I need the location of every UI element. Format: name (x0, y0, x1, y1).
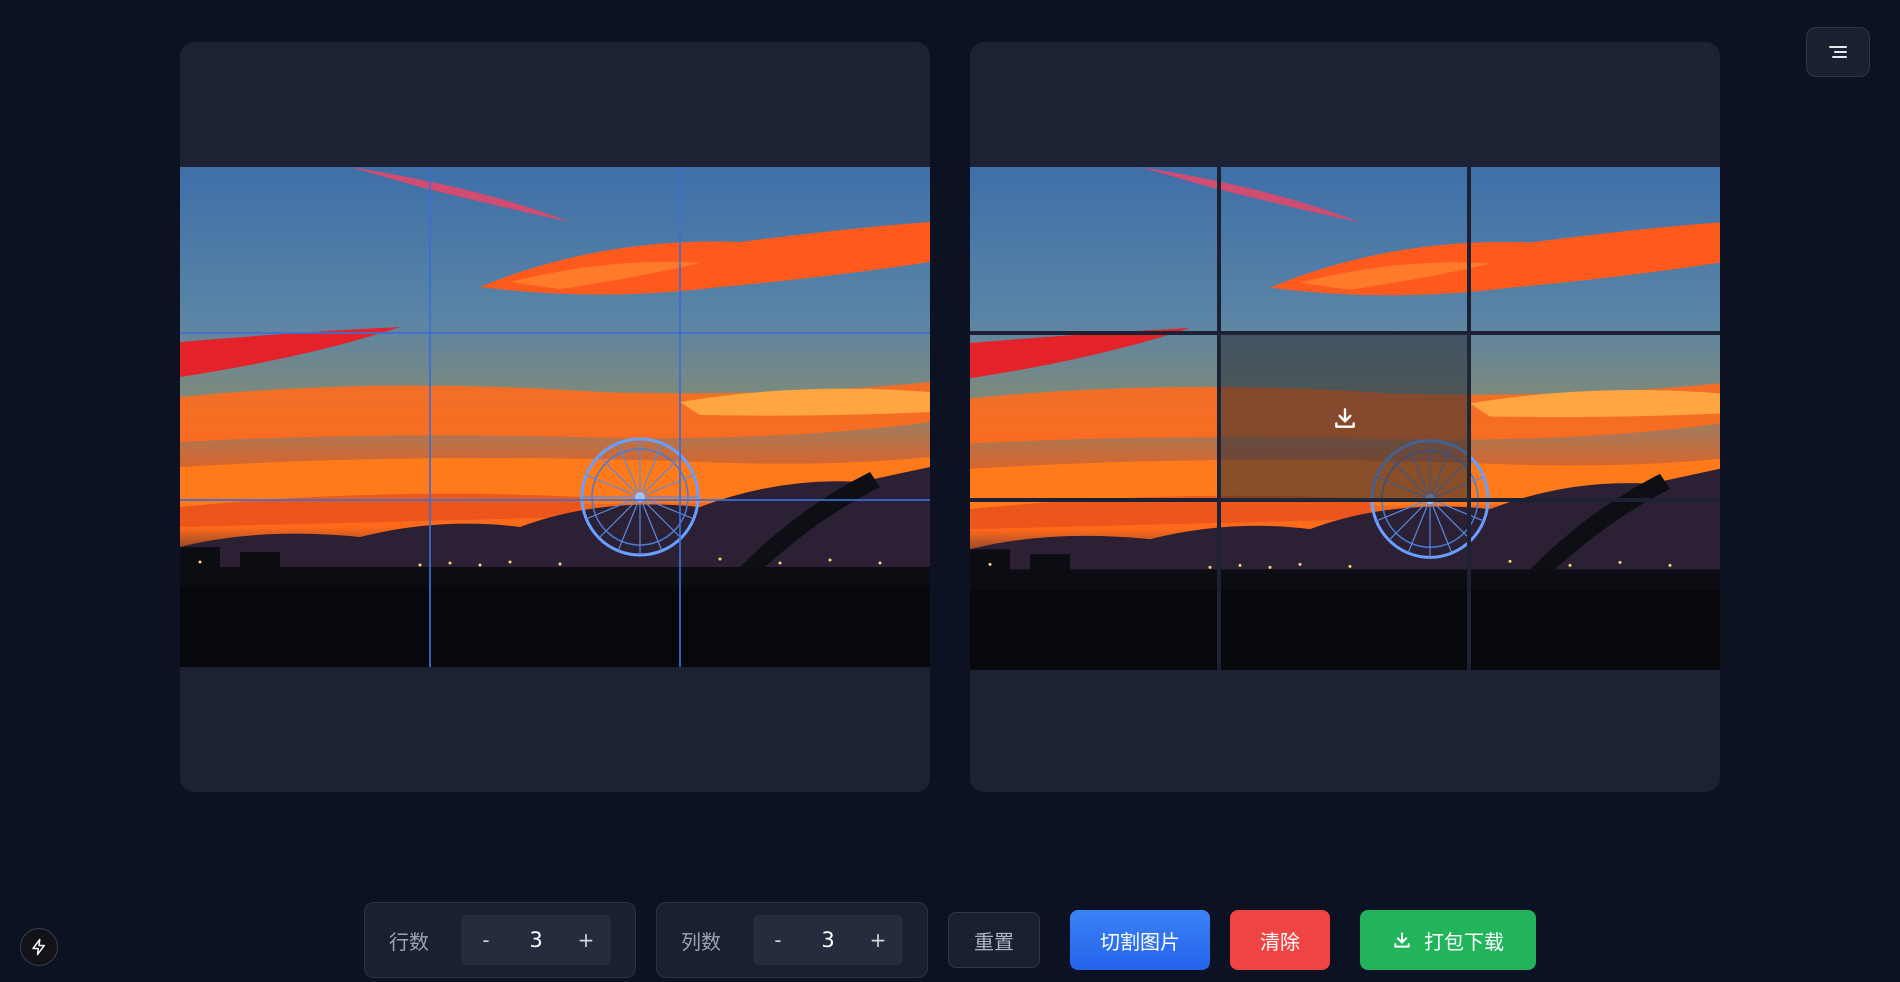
cut-tiles-grid[interactable] (970, 167, 1720, 670)
download-icon[interactable] (1332, 405, 1358, 431)
rows-increment-button[interactable]: + (561, 915, 611, 965)
menu-icon (1829, 46, 1847, 58)
cut-result-panel (970, 42, 1720, 792)
columns-value[interactable]: 3 (803, 928, 853, 952)
quick-action-button[interactable] (20, 928, 58, 966)
download-all-label: 打包下载 (1424, 929, 1504, 954)
rows-value[interactable]: 3 (511, 928, 561, 952)
rows-decrement-button[interactable]: - (461, 915, 511, 965)
columns-decrement-button[interactable]: - (753, 915, 803, 965)
rows-label: 行数 (389, 929, 429, 954)
menu-button[interactable] (1806, 27, 1870, 77)
rows-stepper[interactable]: - 3 + (461, 915, 611, 965)
cut-image-button[interactable]: 切割图片 (1070, 910, 1210, 970)
reset-button[interactable]: 重置 (948, 912, 1040, 968)
original-image (180, 167, 930, 667)
grid-guide-horizontal (180, 332, 930, 334)
columns-control: 列数 - 3 + (656, 902, 928, 978)
download-icon (1394, 932, 1410, 948)
sunset-photo (180, 167, 930, 667)
original-image-panel (180, 42, 930, 792)
columns-increment-button[interactable]: + (853, 915, 903, 965)
columns-stepper[interactable]: - 3 + (753, 915, 903, 965)
lightning-bolt-icon (32, 938, 45, 956)
clear-button[interactable]: 清除 (1230, 910, 1330, 970)
download-all-button[interactable]: 打包下载 (1360, 910, 1536, 970)
grid-guide-vertical (429, 167, 431, 667)
grid-guide-vertical (679, 167, 681, 667)
tile-download-overlay[interactable] (1220, 334, 1470, 501)
columns-label: 列数 (681, 929, 721, 954)
grid-guide-horizontal (180, 499, 930, 501)
rows-control: 行数 - 3 + (364, 902, 636, 978)
